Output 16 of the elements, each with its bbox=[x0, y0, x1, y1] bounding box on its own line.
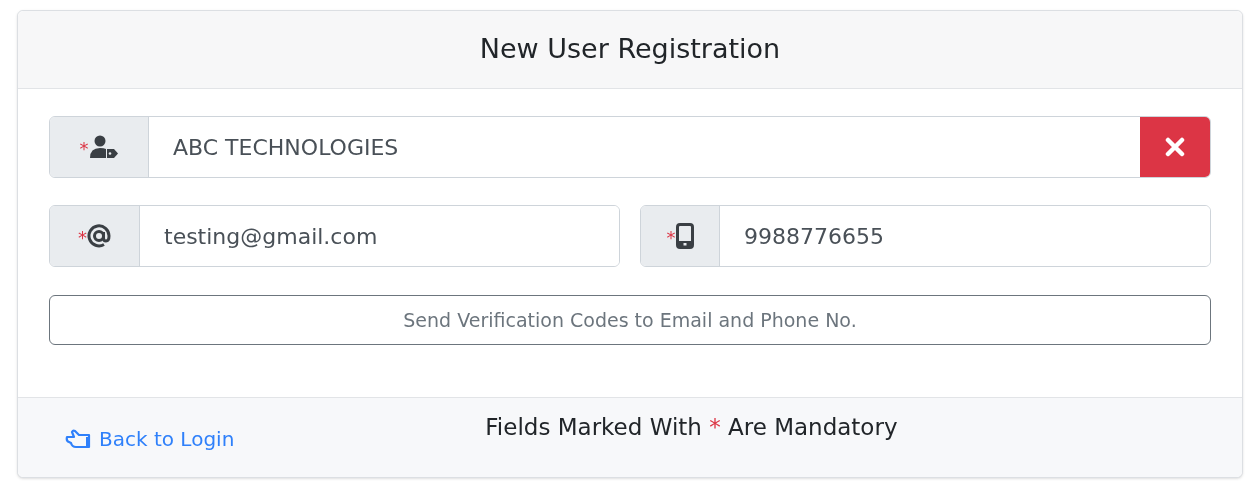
close-icon bbox=[1165, 137, 1185, 157]
pointing-hand-icon bbox=[65, 429, 93, 449]
required-mark: * bbox=[666, 226, 676, 250]
back-to-login-link[interactable]: Back to Login bbox=[65, 424, 235, 454]
required-mark: * bbox=[78, 226, 87, 250]
send-verification-button[interactable]: Send Verification Codes to Email and Phone No. bbox=[49, 295, 1211, 345]
user-tag-icon bbox=[88, 135, 119, 159]
card-title: New User Registration bbox=[479, 32, 781, 67]
mandatory-notice: Fields Marked With * Are Mandatory bbox=[485, 413, 898, 442]
at-sign-icon bbox=[87, 224, 111, 248]
required-mark: * bbox=[79, 137, 89, 161]
email-field[interactable]: * testing@gmail.com bbox=[49, 205, 620, 267]
company-field[interactable]: * ABC TECHNOLOGIES bbox=[49, 116, 1211, 178]
clear-button[interactable] bbox=[1140, 117, 1210, 177]
phone-field[interactable]: * 9988776655 bbox=[640, 205, 1211, 267]
smartphone-icon bbox=[675, 223, 694, 249]
